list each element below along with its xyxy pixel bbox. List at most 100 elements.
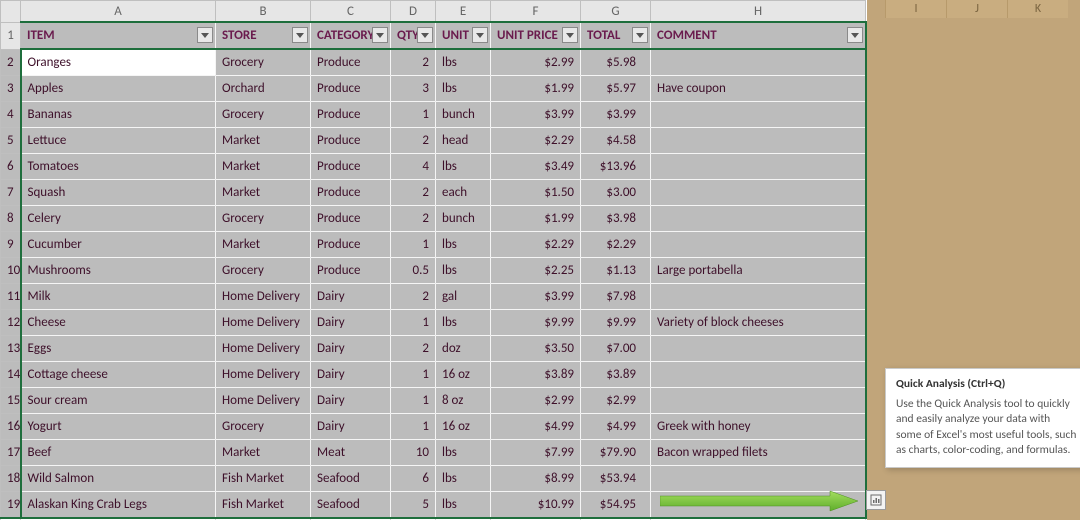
cell-unit[interactable]: lbs (436, 310, 491, 336)
cell-comment[interactable] (651, 206, 866, 232)
cell-total[interactable]: $4.99 (581, 414, 651, 440)
cell-category[interactable]: Produce (311, 206, 391, 232)
cell-store[interactable]: Home Delivery (216, 310, 311, 336)
cell-comment[interactable]: Bacon wrapped filets (651, 440, 866, 466)
cell-qty[interactable]: 1 (391, 388, 436, 414)
row-header-7[interactable]: 7 (1, 180, 21, 206)
cell-comment[interactable]: Have coupon (651, 76, 866, 102)
col-header-F[interactable]: F (491, 1, 581, 23)
row-header-16[interactable]: 16 (1, 414, 21, 440)
cell-store[interactable]: Grocery (216, 102, 311, 128)
cell-total[interactable]: $3.89 (581, 362, 651, 388)
filter-unit[interactable] (472, 27, 488, 43)
cell-comment[interactable] (651, 232, 866, 258)
row-header-15[interactable]: 15 (1, 388, 21, 414)
cell-category[interactable]: Meat (311, 440, 391, 466)
cell-category[interactable]: Produce (311, 49, 391, 76)
col-header-D[interactable]: D (391, 1, 436, 23)
cell-item[interactable]: Apples (21, 76, 216, 102)
cell-category[interactable]: Produce (311, 258, 391, 284)
cell-item[interactable]: Beef (21, 440, 216, 466)
store-header[interactable]: STORE (216, 22, 311, 49)
cell-unit-price[interactable]: $2.29 (491, 128, 581, 154)
cell-qty[interactable]: 4 (391, 154, 436, 180)
worksheet-table[interactable]: A B C D E F G H 1ITEMSTORECATEGORYQTYUNI… (0, 0, 867, 520)
cell-total[interactable]: $53.94 (581, 466, 651, 492)
filter-comment[interactable] (847, 27, 863, 43)
cell-unit-price[interactable]: $8.99 (491, 466, 581, 492)
cell-qty[interactable]: 1 (391, 102, 436, 128)
cell-unit[interactable]: each (436, 180, 491, 206)
cell-unit-price[interactable]: $2.25 (491, 258, 581, 284)
cell-comment[interactable] (651, 466, 866, 492)
cell-category[interactable]: Dairy (311, 362, 391, 388)
total-header[interactable]: TOTAL (581, 22, 651, 49)
row-header-4[interactable]: 4 (1, 102, 21, 128)
cell-category[interactable]: Dairy (311, 310, 391, 336)
filter-category[interactable] (372, 27, 388, 43)
cell-item[interactable]: Celery (21, 206, 216, 232)
cell-unit-price[interactable]: $1.50 (491, 180, 581, 206)
cell-comment[interactable] (651, 336, 866, 362)
cell-store[interactable]: Home Delivery (216, 362, 311, 388)
cell-unit-price[interactable]: $3.99 (491, 284, 581, 310)
row-header-2[interactable]: 2 (1, 49, 21, 76)
col-header-G[interactable]: G (581, 1, 651, 23)
cell-qty[interactable]: 2 (391, 49, 436, 76)
cell-unit[interactable]: bunch (436, 206, 491, 232)
cell-unit[interactable]: bunch (436, 102, 491, 128)
row-header-19[interactable]: 19 (1, 492, 21, 519)
cell-qty[interactable]: 2 (391, 180, 436, 206)
cell-category[interactable]: Produce (311, 154, 391, 180)
col-header-K[interactable]: K (1007, 0, 1068, 18)
cell-store[interactable]: Grocery (216, 206, 311, 232)
col-header-H[interactable]: H (651, 1, 866, 23)
row-header-8[interactable]: 8 (1, 206, 21, 232)
cell-store[interactable]: Grocery (216, 258, 311, 284)
cell-unit-price[interactable]: $3.99 (491, 102, 581, 128)
cell-store[interactable]: Orchard (216, 76, 311, 102)
cell-category[interactable]: Dairy (311, 336, 391, 362)
cell-total[interactable]: $79.90 (581, 440, 651, 466)
cell-item[interactable]: Squash (21, 180, 216, 206)
cell-qty[interactable]: 2 (391, 336, 436, 362)
cell-comment[interactable]: Variety of block cheeses (651, 310, 866, 336)
col-header-C[interactable]: C (311, 1, 391, 23)
cell-category[interactable]: Produce (311, 180, 391, 206)
cell-store[interactable]: Fish Market (216, 466, 311, 492)
cell-qty[interactable]: 0.5 (391, 258, 436, 284)
cell-category[interactable]: Dairy (311, 414, 391, 440)
cell-total[interactable]: $9.99 (581, 310, 651, 336)
cell-store[interactable]: Market (216, 180, 311, 206)
row-header-6[interactable]: 6 (1, 154, 21, 180)
cell-unit[interactable]: lbs (436, 76, 491, 102)
cell-comment[interactable]: Greek with honey (651, 414, 866, 440)
cell-comment[interactable] (651, 49, 866, 76)
cell-qty[interactable]: 1 (391, 362, 436, 388)
col-header-A[interactable]: A (21, 1, 216, 23)
qty-header[interactable]: QTY (391, 22, 436, 49)
cell-item[interactable]: Eggs (21, 336, 216, 362)
quick-analysis-button[interactable] (866, 490, 886, 510)
cell-item[interactable]: Yogurt (21, 414, 216, 440)
cell-unit[interactable]: lbs (436, 466, 491, 492)
cell-qty[interactable]: 2 (391, 128, 436, 154)
cell-qty[interactable]: 5 (391, 492, 436, 519)
cell-item[interactable]: Lettuce (21, 128, 216, 154)
cell-unit-price[interactable]: $2.99 (491, 49, 581, 76)
filter-store[interactable] (292, 27, 308, 43)
cell-unit-price[interactable]: $3.49 (491, 154, 581, 180)
cell-total[interactable]: $7.98 (581, 284, 651, 310)
cell-qty[interactable]: 10 (391, 440, 436, 466)
cell-comment[interactable] (651, 284, 866, 310)
cell-store[interactable]: Market (216, 232, 311, 258)
cell-total[interactable]: $3.00 (581, 180, 651, 206)
cell-comment[interactable]: Large portabella (651, 258, 866, 284)
cell-store[interactable]: Market (216, 440, 311, 466)
cell-item[interactable]: Milk (21, 284, 216, 310)
cell-unit-price[interactable]: $1.99 (491, 76, 581, 102)
row-header-18[interactable]: 18 (1, 466, 21, 492)
cell-store[interactable]: Home Delivery (216, 336, 311, 362)
cell-category[interactable]: Dairy (311, 388, 391, 414)
cell-total[interactable]: $13.96 (581, 154, 651, 180)
